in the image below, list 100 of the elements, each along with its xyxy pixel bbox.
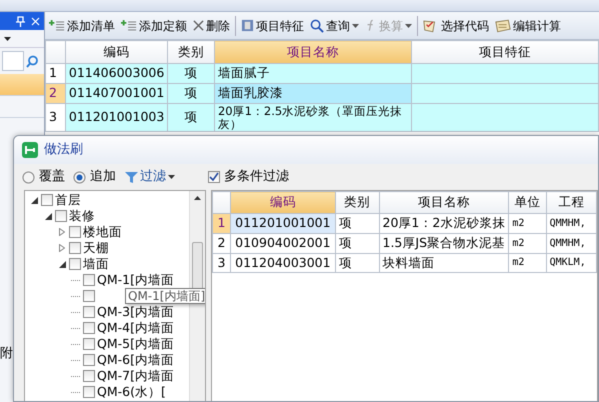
table-cell: 1.5厚JS聚合物水泥基	[379, 233, 509, 253]
close-icon[interactable]	[31, 16, 40, 26]
checkbox-label[interactable]: 多条件过滤	[224, 167, 289, 187]
tree-item[interactable]: QM-1[内墙面	[97, 270, 174, 290]
tree-item[interactable]: QM-5[内墙面	[97, 334, 174, 354]
tree-item[interactable]: 天棚	[83, 238, 109, 258]
collapse-icon[interactable]	[57, 260, 67, 268]
keyboard-icon	[495, 18, 511, 32]
toolbar-button[interactable]: 添加定额	[120, 16, 188, 34]
column-header[interactable]: 类别	[168, 40, 214, 64]
panel-label: 附	[0, 345, 14, 363]
radio-label[interactable]: 覆盖	[39, 167, 65, 187]
search-field[interactable]	[2, 51, 24, 71]
caret-icon	[405, 24, 412, 28]
table-cell: m2	[508, 233, 546, 253]
tree-item[interactable]: 首层	[55, 191, 81, 210]
tree-checkbox[interactable]	[83, 354, 95, 366]
column-header[interactable]: 类别	[335, 192, 379, 214]
search-icon	[310, 18, 324, 32]
table-cell: 011406003006	[65, 64, 168, 84]
row-number[interactable]: 1	[212, 214, 230, 234]
toolbar-button[interactable]: 添加清单	[48, 16, 116, 34]
tree-item[interactable]: QM-6(水）[	[97, 382, 166, 401]
search-icon[interactable]	[26, 54, 39, 68]
tree-item[interactable]: 墙面	[83, 254, 109, 274]
column-header[interactable]: 项目名称	[379, 192, 509, 214]
table-cell: m2	[508, 253, 546, 273]
radio-button[interactable]	[73, 170, 86, 184]
scroll-up-icon[interactable]	[194, 196, 201, 200]
checkbox[interactable]	[208, 171, 220, 183]
app-icon	[22, 142, 38, 158]
collapse-icon[interactable]	[29, 196, 39, 204]
table-cell: 20厚1：2.5水泥砂浆（罩面压光抹灰）	[214, 104, 412, 132]
table-cell: 20厚1：2水泥砂浆抹	[379, 214, 509, 234]
tree-checkbox[interactable]	[55, 210, 67, 222]
row-number[interactable]: 3	[46, 104, 66, 132]
table-cell: 墙面乳胶漆	[214, 84, 412, 104]
tree-item[interactable]: QM-3[内墙面	[97, 302, 174, 322]
tree-checkbox[interactable]	[83, 290, 95, 302]
table-cell: QMMHM,	[546, 233, 596, 253]
column-header[interactable]: 项目特征	[412, 40, 598, 64]
tree-item[interactable]: QM-4[内墙面	[97, 318, 174, 338]
tree-checkbox[interactable]	[69, 226, 81, 238]
table-cell: 010904002001	[230, 233, 336, 253]
table-cell: 项	[335, 233, 379, 253]
expand-icon[interactable]	[57, 244, 67, 252]
toolbar-button[interactable]: 查询	[309, 16, 360, 34]
table-cell: 项	[335, 253, 379, 273]
tree-checkbox[interactable]	[69, 242, 81, 254]
delete-icon	[193, 20, 204, 31]
table-cell: 011201001001	[230, 214, 336, 234]
expand-icon[interactable]	[57, 228, 67, 236]
table-cell: 块料墙面	[379, 253, 509, 273]
caret-icon[interactable]	[4, 36, 11, 40]
row-number[interactable]: 2	[212, 233, 230, 253]
tree-item[interactable]: QM-6[内墙面	[97, 350, 174, 370]
tree-checkbox[interactable]	[83, 370, 95, 382]
checkmark-icon	[209, 172, 219, 182]
toolbar-button[interactable]: 项目特征	[240, 16, 305, 34]
tree-item[interactable]: 装修	[69, 206, 95, 226]
table-cell: 项	[168, 64, 214, 84]
column-header[interactable]: 工程	[546, 192, 596, 214]
toolbar-button[interactable]: 选择代码	[422, 16, 490, 34]
document-icon	[241, 19, 254, 32]
tree-checkbox[interactable]	[83, 322, 95, 334]
table-cell: 011201001003	[65, 104, 168, 132]
pin-icon[interactable]	[16, 16, 25, 26]
table-cell: 墙面腻子	[214, 64, 412, 84]
tree-checkbox[interactable]	[69, 258, 81, 270]
column-header[interactable]: 项目名称	[214, 40, 412, 64]
toolbar-button[interactable]: 编辑计算	[494, 16, 562, 34]
toolbar-button[interactable]: 删除	[192, 16, 231, 34]
table-cell: QMKLM,	[546, 253, 596, 273]
tree-checkbox[interactable]	[41, 194, 53, 206]
tree-item[interactable]: QM-7[内墙面	[97, 366, 174, 386]
column-header[interactable]: 编码	[65, 40, 168, 64]
collapse-icon[interactable]	[43, 212, 53, 220]
table-cell: m2	[508, 214, 546, 234]
table-cell: 项	[168, 104, 214, 132]
dialog-title: 做法刷	[44, 141, 83, 160]
radio-button[interactable]	[22, 170, 35, 184]
tree-checkbox[interactable]	[83, 306, 95, 318]
caret-icon	[352, 24, 359, 28]
tree-checkbox[interactable]	[83, 386, 95, 398]
radio-label[interactable]: 追加	[90, 167, 116, 187]
filter-icon	[125, 170, 138, 184]
tree-checkbox[interactable]	[83, 274, 95, 286]
table-cell: 011407001001	[65, 84, 168, 104]
tree-item[interactable]: 楼地面	[83, 222, 122, 242]
row-number[interactable]: 1	[46, 64, 66, 84]
add-row-icon	[121, 19, 137, 32]
column-header[interactable]: 编码	[230, 192, 336, 214]
table-cell: 011204003001	[230, 253, 336, 273]
table-cell: QMMHM,	[546, 214, 596, 234]
row-number[interactable]: 2	[46, 84, 66, 104]
row-number[interactable]: 3	[212, 253, 230, 273]
filter-button[interactable]: 过滤	[124, 167, 176, 187]
column-header[interactable]: 单位	[508, 192, 546, 214]
caret-icon	[168, 175, 175, 179]
tree-checkbox[interactable]	[83, 338, 95, 350]
